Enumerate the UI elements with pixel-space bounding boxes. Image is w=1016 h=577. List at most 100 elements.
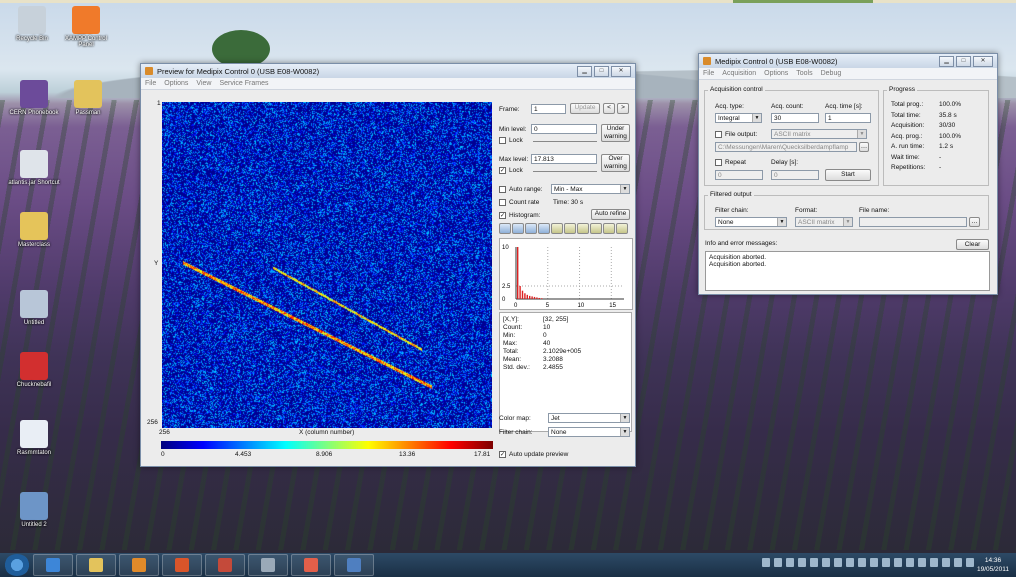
tray-icon[interactable] (954, 558, 962, 567)
start-button[interactable]: Start (825, 169, 871, 181)
histogram-tool-icon[interactable] (525, 223, 537, 234)
tray-icon[interactable] (798, 558, 806, 567)
max-level-slider[interactable] (533, 171, 597, 172)
menu-options[interactable]: Options (764, 70, 788, 77)
tray-icon[interactable] (966, 558, 974, 567)
desktop-icon[interactable]: Recycle Bin (4, 6, 60, 42)
auto-range-checkbox[interactable] (499, 186, 506, 193)
tray-icon[interactable] (930, 558, 938, 567)
desktop-icon[interactable]: Untitled 2 (6, 492, 62, 528)
desktop-icon[interactable]: atlantis.jar Shortcut (6, 150, 62, 186)
minimize-icon[interactable]: ▁ (939, 55, 954, 67)
filter-chain-select[interactable]: None ▼ (548, 427, 630, 437)
histogram-tool-icon[interactable] (590, 223, 602, 234)
prev-frame-button[interactable]: < (603, 103, 615, 114)
taskbar-button-app-disc[interactable] (248, 554, 288, 576)
file-output-select[interactable]: ASCII matrix ▼ (771, 129, 867, 139)
menu-tools[interactable]: Tools (796, 70, 812, 77)
preview-titlebar[interactable]: Preview for Medipix Control 0 (USB E08-W… (141, 64, 635, 78)
histogram-tool-icon[interactable] (564, 223, 576, 234)
desktop-icon[interactable]: Masterclass (6, 212, 62, 248)
auto-range-select[interactable]: Min - Max ▼ (551, 184, 630, 194)
tray-icon[interactable] (882, 558, 890, 567)
auto-update-checkbox[interactable]: ✓ (499, 451, 506, 458)
min-level-slider[interactable] (533, 141, 597, 142)
format-select[interactable]: ASCII matrix ▼ (795, 217, 853, 227)
tray-icon[interactable] (786, 558, 794, 567)
tray-icon[interactable] (894, 558, 902, 567)
tray-icon[interactable] (834, 558, 842, 567)
acq-type-select[interactable]: Integral ▼ (715, 113, 762, 123)
control-titlebar[interactable]: Medipix Control 0 (USB E08-W0082) ▁ □ ✕ (699, 54, 997, 68)
maximize-icon[interactable]: □ (594, 65, 609, 77)
tray-icon[interactable] (822, 558, 830, 567)
start-button[interactable] (4, 554, 30, 576)
histogram-tool-icon[interactable] (499, 223, 511, 234)
menu-acquisition[interactable]: Acquisition (722, 70, 756, 77)
histogram-tool-icon[interactable] (538, 223, 550, 234)
file-path-field[interactable]: C:\Messungen\Maren\Quecksilberdampflamp (715, 142, 857, 152)
clear-button[interactable]: Clear (956, 239, 989, 250)
tray-icon[interactable] (870, 558, 878, 567)
repeat-checkbox[interactable] (715, 159, 722, 166)
tray-icon[interactable] (858, 558, 866, 567)
min-level-field[interactable]: 0 (531, 124, 597, 134)
filter-chain-select[interactable]: None ▼ (715, 217, 787, 227)
histogram-tool-icon[interactable] (577, 223, 589, 234)
browse-button[interactable]: … (859, 142, 869, 152)
close-icon[interactable]: ✕ (611, 65, 631, 77)
histogram-tool-icon[interactable] (616, 223, 628, 234)
color-map-select[interactable]: Jet ▼ (548, 413, 630, 423)
detector-frame-image[interactable] (162, 102, 492, 428)
next-frame-button[interactable]: > (617, 103, 629, 114)
taskbar-button-explorer[interactable] (76, 554, 116, 576)
tray-icon[interactable] (762, 558, 770, 567)
histogram-tool-icon[interactable] (603, 223, 615, 234)
menu-options[interactable]: Options (164, 80, 188, 87)
menu-debug[interactable]: Debug (821, 70, 842, 77)
close-icon[interactable]: ✕ (973, 55, 993, 67)
taskbar-button-ie[interactable] (33, 554, 73, 576)
max-lock-checkbox[interactable]: ✓ (499, 167, 506, 174)
file-name-browse-button[interactable]: … (969, 217, 980, 227)
histogram-tool-icon[interactable] (512, 223, 524, 234)
frame-spinner[interactable]: 1 (531, 104, 566, 114)
clock[interactable]: 14:36 19/05/2011 (974, 556, 1012, 574)
acq-count-field[interactable]: 30 (771, 113, 819, 123)
min-lock-checkbox[interactable] (499, 137, 506, 144)
menu-file[interactable]: File (145, 80, 156, 87)
desktop-icon[interactable]: Passman (60, 80, 116, 116)
minimize-icon[interactable]: ▁ (577, 65, 592, 77)
tray-icon[interactable] (942, 558, 950, 567)
messages-box[interactable]: Acquisition aborted. Acquisition aborted… (705, 251, 990, 291)
tray-icon[interactable] (774, 558, 782, 567)
file-name-field[interactable] (859, 217, 967, 227)
acq-time-field[interactable]: 1 (825, 113, 871, 123)
repeat-spinner[interactable]: 0 (715, 170, 763, 180)
desktop-icon[interactable]: CERN Phonebook (6, 80, 62, 116)
tray-icon[interactable] (906, 558, 914, 567)
desktop-icon[interactable]: Untitled (6, 290, 62, 326)
tray-icon[interactable] (846, 558, 854, 567)
delay-field[interactable]: 0 (771, 170, 819, 180)
taskbar-button-app-paint[interactable] (291, 554, 331, 576)
maximize-icon[interactable]: □ (956, 55, 971, 67)
over-warning-button[interactable]: Over warning (601, 154, 630, 172)
control-window[interactable]: Medipix Control 0 (USB E08-W0082) ▁ □ ✕ … (698, 53, 998, 295)
menu-view[interactable]: View (196, 80, 211, 87)
count-rate-checkbox[interactable] (499, 199, 506, 206)
menu-service-frames[interactable]: Service Frames (219, 80, 268, 87)
histogram-checkbox[interactable]: ✓ (499, 212, 506, 219)
taskbar-button-app-window[interactable] (334, 554, 374, 576)
taskbar-button-app-orange[interactable] (162, 554, 202, 576)
desktop-icon[interactable]: Chucknebafil (6, 352, 62, 388)
file-output-checkbox[interactable] (715, 131, 722, 138)
desktop-icon[interactable]: Rasmmtaton (6, 420, 62, 456)
taskbar-button-media[interactable] (119, 554, 159, 576)
taskbar-button-app-target[interactable] (205, 554, 245, 576)
auto-refine-button[interactable]: Auto refine (591, 209, 630, 220)
under-warning-button[interactable]: Under warning (601, 124, 630, 142)
tray-icon[interactable] (810, 558, 818, 567)
desktop-icon[interactable]: XAMPP Control Panel (58, 6, 114, 48)
histogram-tool-icon[interactable] (551, 223, 563, 234)
